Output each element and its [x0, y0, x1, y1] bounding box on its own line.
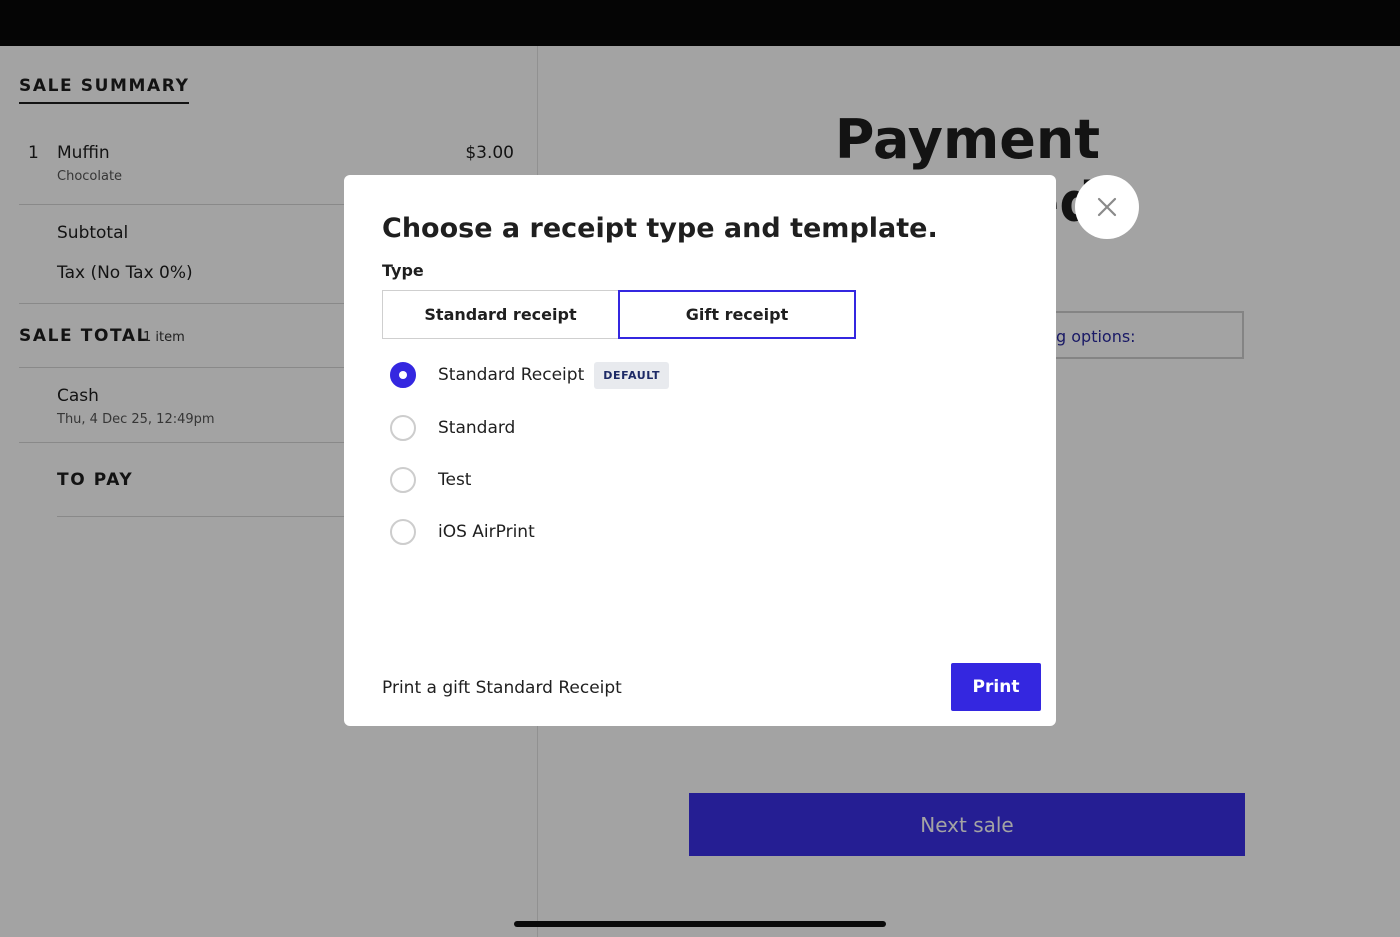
- radio-button[interactable]: [390, 467, 416, 493]
- print-button[interactable]: Print: [951, 663, 1041, 711]
- radio-button[interactable]: [390, 519, 416, 545]
- template-option-test[interactable]: Test: [390, 464, 471, 496]
- home-indicator[interactable]: [514, 921, 886, 927]
- template-option-ios-airprint[interactable]: iOS AirPrint: [390, 516, 535, 548]
- status-bar: [0, 0, 1400, 46]
- print-summary-text: Print a gift Standard Receipt: [382, 678, 622, 698]
- template-label: Test: [438, 470, 472, 490]
- template-label: Standard Receipt: [438, 365, 585, 385]
- modal-title: Choose a receipt type and template.: [382, 213, 938, 244]
- template-label: iOS AirPrint: [438, 522, 535, 542]
- tab-standard-receipt[interactable]: Standard receipt: [382, 290, 618, 339]
- template-option-standard[interactable]: Standard: [390, 412, 515, 444]
- close-button[interactable]: [1075, 175, 1139, 239]
- radio-button-checked[interactable]: [390, 362, 416, 388]
- default-badge: DEFAULT: [594, 361, 670, 389]
- receipt-type-modal: Choose a receipt type and template. Type…: [344, 175, 1056, 726]
- type-label: Type: [382, 261, 424, 280]
- template-option-standard-receipt[interactable]: Standard Receipt DEFAULT: [390, 359, 670, 391]
- template-label: Standard: [438, 418, 516, 438]
- tab-gift-receipt[interactable]: Gift receipt: [618, 290, 856, 339]
- close-icon: [1097, 197, 1117, 217]
- radio-button[interactable]: [390, 415, 416, 441]
